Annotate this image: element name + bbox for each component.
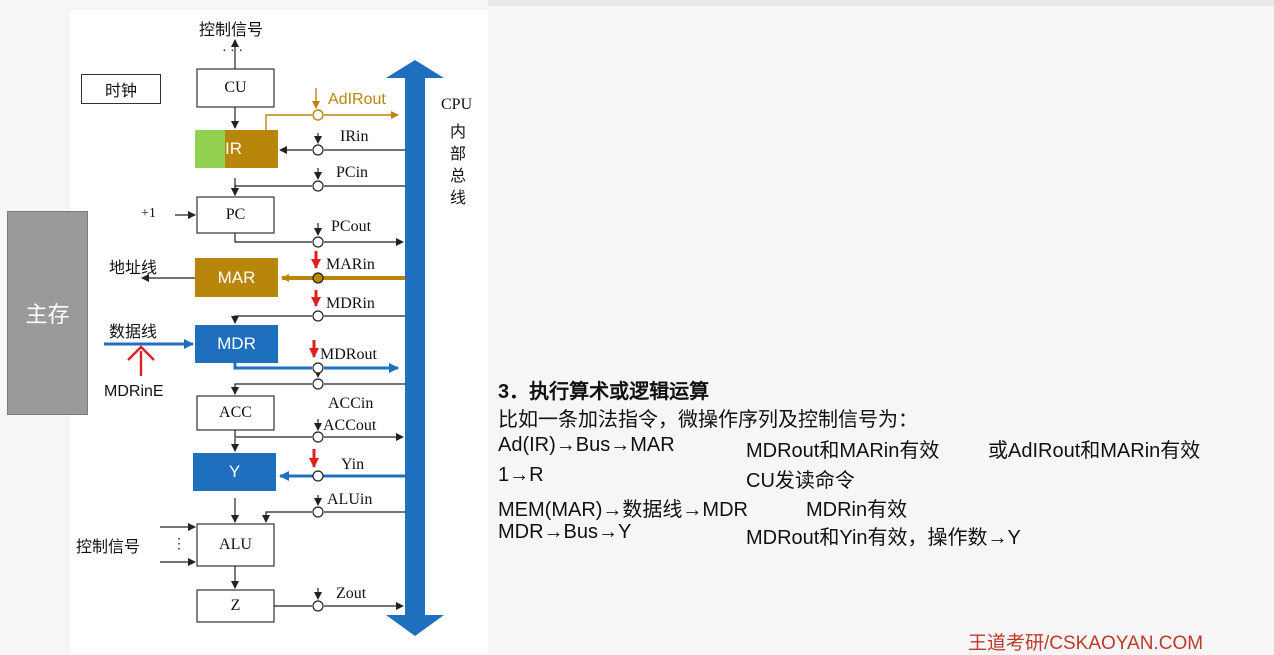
step3-signal: MDRin有效 — [806, 499, 908, 521]
alu-label: ALU — [219, 536, 252, 553]
signal-yin: Yin — [341, 456, 365, 473]
panel-heading: 3．执行算术或逻辑运算 — [498, 381, 710, 403]
cpu-internal-bus — [386, 60, 444, 636]
bus-title-3: 部 — [450, 146, 467, 163]
z-label: Z — [230, 597, 241, 614]
signal-accin: ACCin — [328, 395, 374, 412]
step1-signal: MDRout和MARin有效 — [746, 440, 940, 462]
bus-title-5: 线 — [450, 190, 467, 207]
bus-title-4: 总 — [450, 168, 467, 185]
signal-mdrout: MDRout — [320, 346, 377, 363]
alu-dots: ⋮ — [172, 537, 186, 552]
step2-op: 1→R — [498, 464, 544, 486]
panel-intro: 比如一条加法指令，微操作序列及控制信号为： — [498, 409, 918, 431]
ellipsis-label: · · · — [222, 44, 243, 59]
signal-zout: Zout — [336, 585, 367, 602]
signal-pcout: PCout — [331, 218, 372, 235]
control-signals-left-label: 控制信号 — [76, 539, 141, 556]
clock-box: 时钟 — [81, 74, 161, 104]
address-line-label: 地址线 — [109, 260, 158, 277]
bus-title-cpu: CPU — [441, 96, 473, 113]
ir-label: IR — [225, 139, 242, 158]
plus-one-label: +1 — [141, 206, 156, 221]
signal-pcin: PCin — [336, 164, 369, 181]
mdrine-marker — [127, 345, 155, 376]
signal-irin: IRin — [340, 128, 369, 145]
pc-label: PC — [225, 206, 246, 223]
acc-label: ACC — [219, 404, 252, 421]
signal-marin: MARin — [326, 256, 375, 273]
signal-mdrin: MDRin — [326, 295, 375, 312]
step1-op: Ad(IR)→Bus→MAR — [498, 434, 675, 456]
footer-brand: 王道考研/CSKAOYAN.COM — [968, 633, 1204, 654]
data-line-label: 数据线 — [109, 324, 158, 341]
mar-label: MAR — [217, 267, 256, 287]
signal-adirout: AdIRout — [328, 91, 386, 108]
cu-label: CU — [224, 79, 247, 96]
mdrine-label: MDRinE — [104, 383, 164, 400]
signal-accout: ACCout — [323, 417, 377, 434]
bus-title-2: 内 — [450, 124, 467, 141]
step2-signal: CU发读命令 — [746, 470, 855, 492]
control-signals-top-label: 控制信号 — [199, 22, 264, 39]
mdr-label: MDR — [217, 334, 256, 353]
mdrout-path — [233, 363, 312, 370]
step4-op: MDR→Bus→Y — [498, 521, 632, 543]
signal-aluin: ALUin — [327, 491, 373, 508]
step4-signal: MDRout和Yin有效，操作数→Y — [746, 527, 1021, 549]
step1-alt: 或AdIRout和MARin有效 — [988, 440, 1201, 462]
step3-op: MEM(MAR)→数据线→MDR — [498, 499, 748, 521]
cpu-diagram: ⋮ — [104, 39, 444, 636]
y-label: Y — [228, 462, 241, 481]
